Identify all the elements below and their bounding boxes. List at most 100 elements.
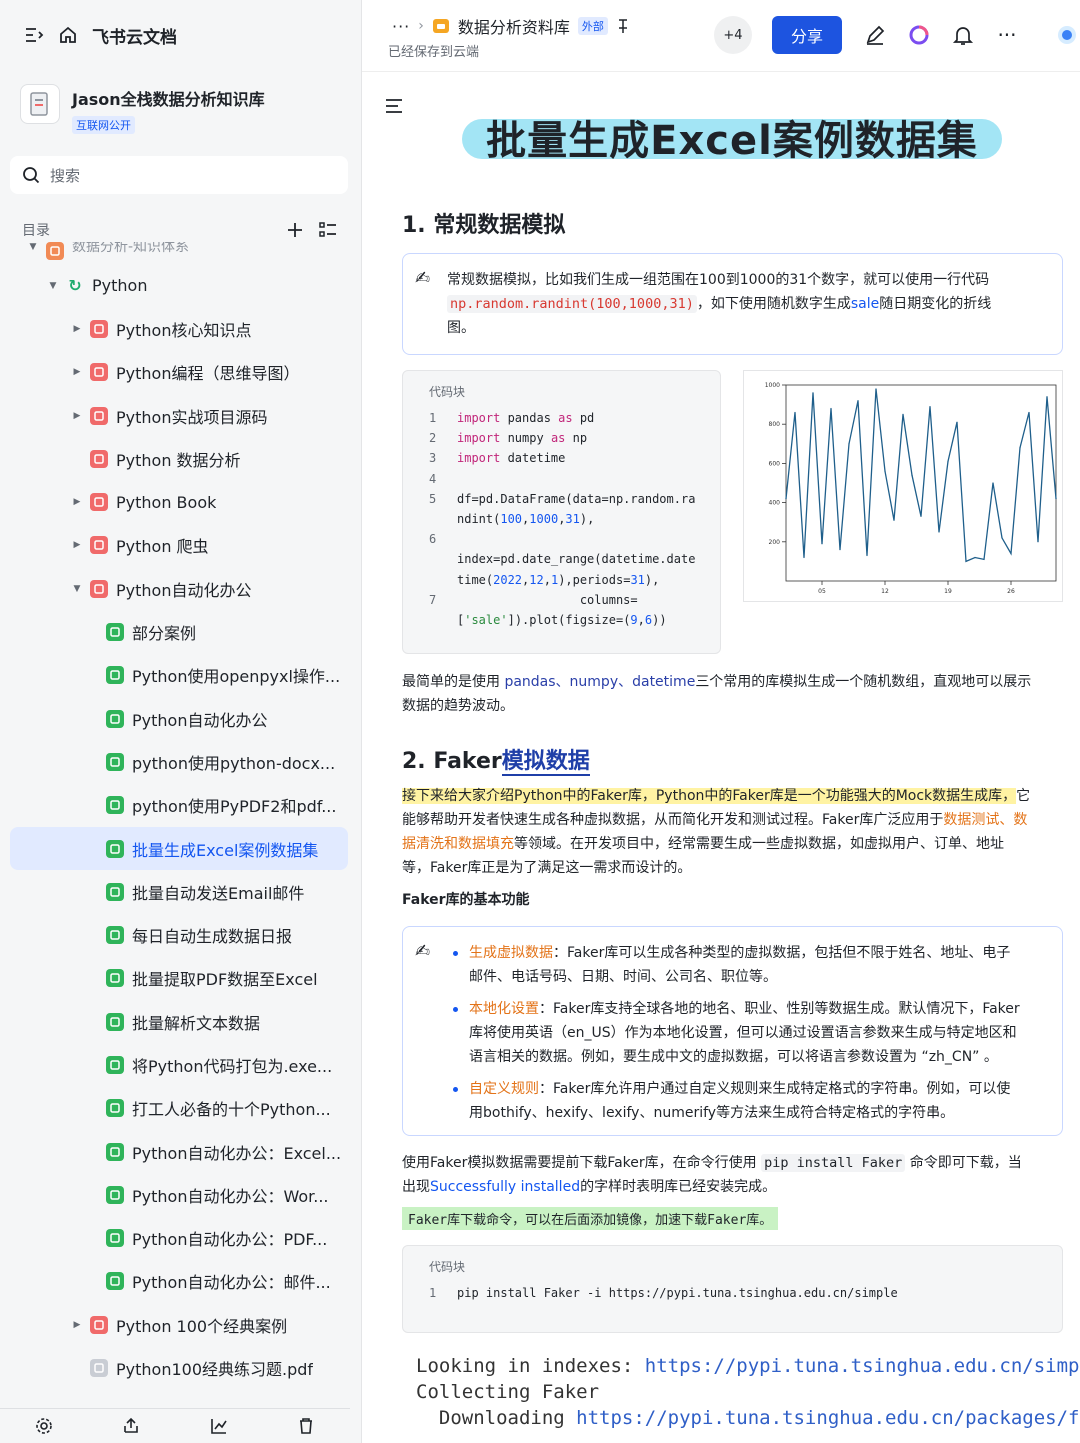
doc-type-icon [90,1359,108,1378]
tree-item[interactable]: ▶ Python编程（思维导图） [10,351,348,394]
tree-item[interactable]: 批量解析文本数据 [10,1000,348,1043]
caret-right-icon[interactable]: ▶ [70,411,84,421]
tree-item[interactable]: ▼ Python自动化办公 [10,567,348,610]
add-icon[interactable] [286,221,304,239]
p2-orange-2: 据清洗和数据填充 [402,836,514,852]
stats-icon[interactable] [210,1417,228,1435]
breadcrumb-title[interactable]: 数据分析资料库 [458,14,570,38]
caret-down-icon[interactable]: ▼ [70,584,84,594]
tree-item[interactable]: ▶ Python核心知识点 [10,307,348,350]
share-button[interactable]: 分享 [772,16,842,54]
terminal-text: Looking in indexes: [416,1355,645,1377]
doc-type-icon [106,1055,124,1074]
search-icon [22,166,40,184]
tree-item-label: Python100经典练习题.pdf [116,1360,314,1380]
p2-highlight: 接下来给大家介绍Python中的Faker库，Python中的Faker库是一个… [402,788,1017,804]
data-point [794,411,796,414]
tree-item[interactable]: python使用PyPDF2和pdf... [10,784,348,827]
outline-icon[interactable] [384,97,404,115]
tree-item[interactable]: Python100经典练习题.pdf [10,1346,348,1389]
caret-right-icon[interactable]: ▶ [70,367,84,377]
breadcrumb: ··· › 数据分析资料库 外部 [392,14,630,38]
doc-type-icon [90,536,108,555]
list-settings-icon[interactable] [318,221,338,239]
tree-item-label: Python自动化办公：Excel... [132,1143,342,1163]
doc-type-icon [106,1185,124,1204]
line-number: 2 [429,431,437,446]
p2-text-c: 等领域。在开发项目中，经常需要生成一些虚拟数据，如虚拟用户、订单、地址 [514,836,1004,852]
data-point [974,556,976,559]
data-point [803,556,805,559]
pin-icon[interactable] [616,18,630,34]
more-icon[interactable]: ··· [996,23,1018,47]
more-breadcrumb-icon[interactable]: ··· [392,17,410,36]
doc-type-icon [90,1315,108,1334]
tree-item[interactable]: 批量提取PDF数据至Excel [10,957,348,1000]
caret-right-icon[interactable]: ▶ [70,497,84,507]
tree-item-label: Python自动化办公 [132,710,268,730]
share-out-icon[interactable] [122,1417,140,1435]
trash-icon[interactable] [297,1417,315,1435]
tree-item-selected[interactable]: 批量生成Excel案例数据集 [10,826,348,871]
data-point [965,560,967,562]
tree-item[interactable]: python使用python-docx... [10,740,348,783]
tree-item[interactable]: Python自动化办公：Wor... [10,1173,348,1216]
code-block-1[interactable]: 代码块 1 import pandas as pd 2 import numpy as… [402,370,721,654]
code-line: 4 [429,469,719,489]
edit-icon[interactable] [864,24,886,46]
tree-item[interactable]: Python自动化办公：PDF... [10,1217,348,1260]
tree-item[interactable]: ▶ Python 爬虫 [10,524,348,567]
tree-item[interactable]: Python自动化办公 [10,697,348,740]
y-tick-label: 800 [769,421,781,428]
tree-item[interactable]: 批量自动发送Email邮件 [10,870,348,913]
code-block-2[interactable]: 代码块 1 pip install Faker -i https://pypi.… [402,1245,1063,1333]
tree-item[interactable]: Python自动化办公：邮件... [10,1260,348,1303]
tree-item[interactable]: Python使用openpyxl操作... [10,654,348,697]
collapse-sidebar-icon[interactable] [24,26,44,44]
bell-icon[interactable] [952,24,974,46]
caret-down-icon[interactable]: ▼ [26,242,40,252]
ai-assistant-icon[interactable] [908,24,930,46]
tree-item[interactable]: 打工人必备的十个Python... [10,1087,348,1130]
knowledge-base-icon [20,84,60,124]
tree-item[interactable]: ▼ 数据分析-知识体系 [10,242,348,264]
tree-item[interactable]: Python 数据分析 [10,437,348,480]
data-point [992,482,994,484]
data-point [893,519,895,521]
code-line: 7 columns= [429,590,719,610]
settings-icon[interactable] [35,1417,53,1435]
caret-right-icon[interactable]: ▶ [70,540,84,550]
knowledge-base-header[interactable]: Jason全栈数据分析知识库 互联网公开 [20,84,265,134]
tree-item[interactable]: ▶ Python 100个经典案例 [10,1303,348,1346]
search-input[interactable]: 搜索 [10,156,348,194]
heading-2-a: 2. Faker [402,749,502,774]
tree-item-label: 批量自动发送Email邮件 [132,883,305,903]
tree-item[interactable]: 将Python代码打包为.exe... [10,1043,348,1086]
tree-item[interactable]: 部分案例 [10,610,348,653]
code-block-label: 代码块 [429,1260,466,1274]
tree-item[interactable]: ▶ Python实战项目源码 [10,394,348,437]
tree-item[interactable]: Python自动化办公：Excel... [10,1130,348,1173]
tree-item[interactable]: ▼ ↻ Python [10,264,348,307]
callout-1-sentence-c: 随日期变化的折线 [879,296,992,312]
data-point [1046,396,1048,398]
tree-item[interactable]: ▶ Python Book [10,480,348,523]
heading-2-link[interactable]: 模拟数据 [501,749,590,776]
line-number: 6 [429,532,437,547]
data-point [1019,447,1021,449]
collaborators-count[interactable]: +4 [714,16,752,54]
tree-item[interactable]: 每日自动生成数据日报 [10,913,348,956]
brand-name[interactable]: 飞书云文档 [92,23,177,48]
doc-tree: ▼ 数据分析-知识体系 ▼ ↻ Python ▶ Python核心知识点 ▶ Python编程（… [10,242,348,1390]
doc-type-icon [106,1142,124,1161]
caret-right-icon[interactable]: ▶ [70,1320,84,1330]
tree-item-label: 批量解析文本数据 [132,1013,261,1033]
callout-2: ✍ 生成虚拟数据：Faker库可以生成各种类型的虚拟数据，包括但不限于姓名、地址… [402,926,1063,1136]
bullet-1-term: 生成虚拟数据 [469,945,553,961]
tree-item-label: Python 数据分析 [116,450,241,470]
app-logo-icon[interactable] [1056,24,1078,46]
home-icon[interactable] [58,25,78,45]
caret-down-icon[interactable]: ▼ [46,281,60,291]
caret-right-icon[interactable]: ▶ [70,324,84,334]
green-note: Faker库下载命令，可以在后面添加镜像，加速下载Faker库。 [402,1207,779,1230]
